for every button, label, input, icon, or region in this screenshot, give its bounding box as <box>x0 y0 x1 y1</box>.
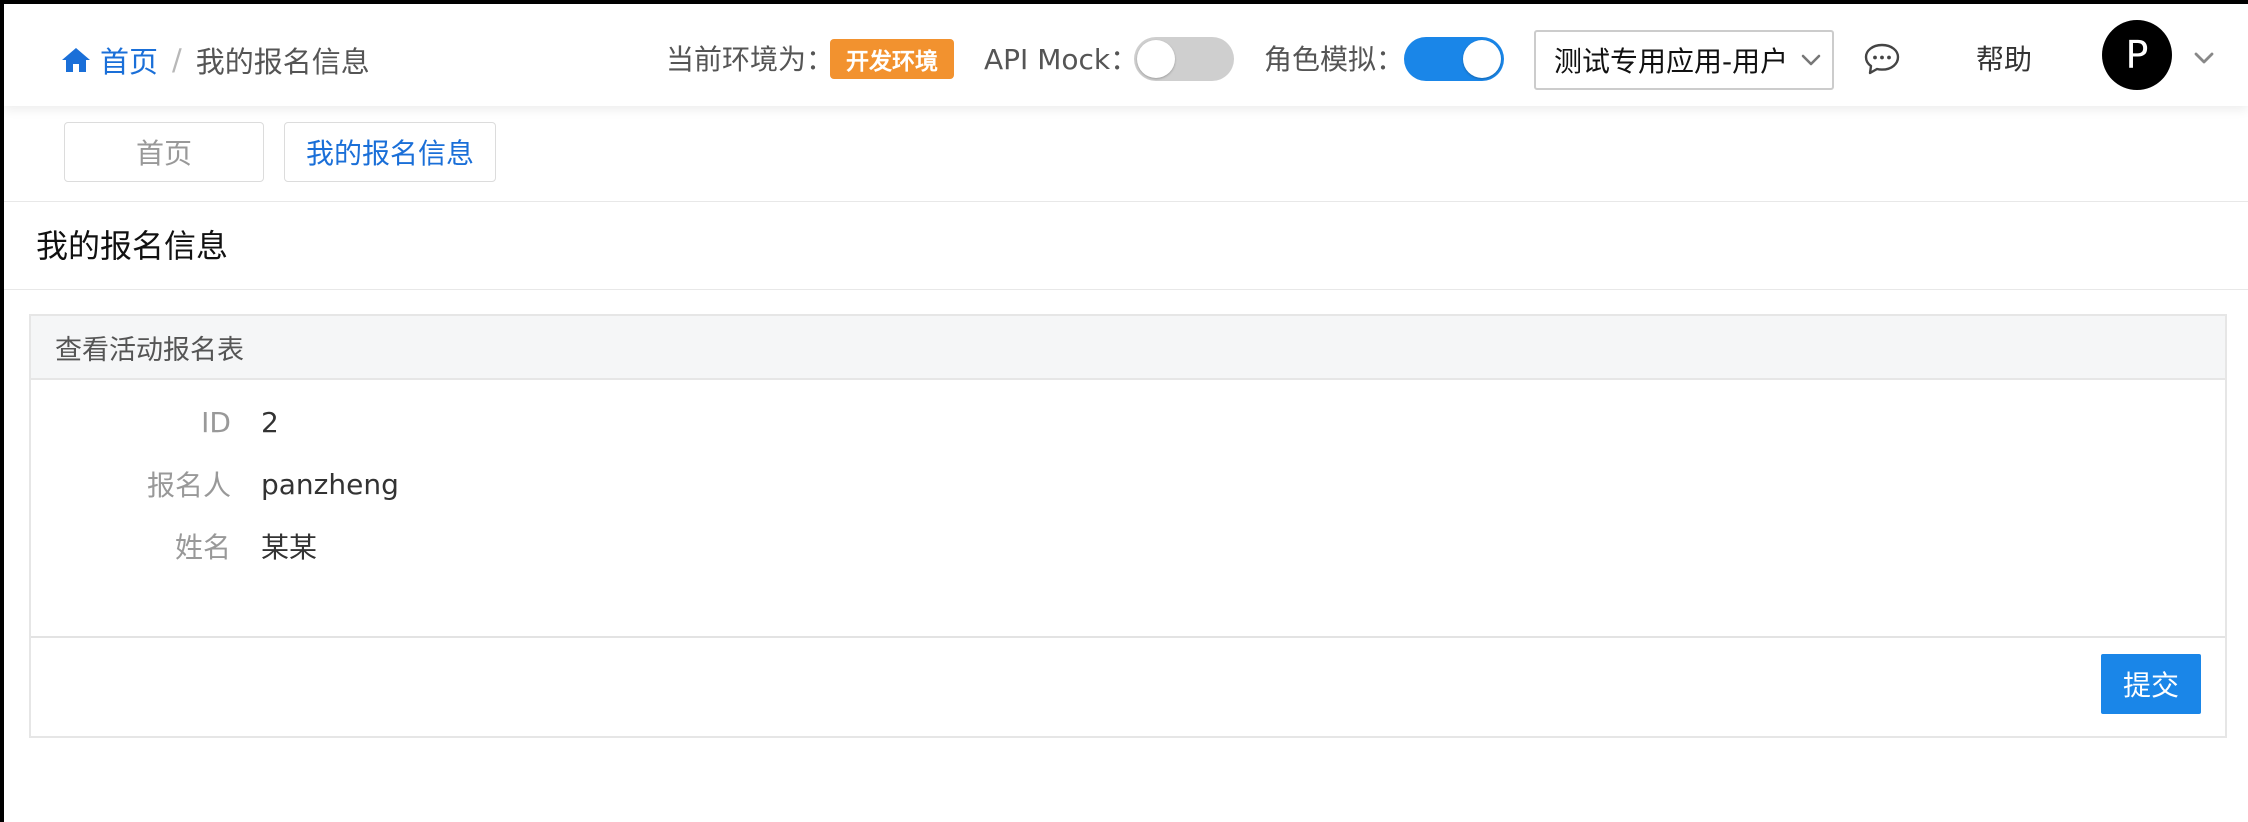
breadcrumb-current: 我的报名信息 <box>195 45 370 79</box>
submit-button[interactable]: 提交 <box>2101 654 2201 714</box>
field-label: 姓名 <box>174 531 231 564</box>
field-label: ID <box>201 405 231 439</box>
field-row-registrant: 报名人 panzheng <box>31 462 831 506</box>
role-simulation-toggle[interactable] <box>1404 37 1504 81</box>
registration-panel: 查看活动报名表 ID 2 报名人 panzheng 姓名 某某 提交 <box>29 314 2227 738</box>
environment-badge: 开发环境 <box>830 39 954 79</box>
api-mock-toggle-knob <box>1137 40 1175 78</box>
api-mock-toggle[interactable] <box>1134 37 1234 81</box>
field-label: 报名人 <box>146 469 231 502</box>
role-simulation-toggle-knob <box>1463 40 1501 78</box>
divider <box>4 289 2248 290</box>
chevron-down-icon[interactable] <box>2188 42 2220 74</box>
field-value: 2 <box>261 405 279 439</box>
page: 首页 / 我的报名信息 当前环境为： 开发环境 API Mock： 角色模拟： … <box>0 0 2248 822</box>
environment-label: 当前环境为： <box>666 43 835 76</box>
breadcrumb: 首页 / 我的报名信息 <box>60 40 370 80</box>
tab-home[interactable]: 首页 <box>64 122 264 182</box>
chevron-down-icon <box>1796 45 1826 75</box>
panel-footer: 提交 <box>31 638 2225 734</box>
page-title: 我的报名信息 <box>36 227 229 265</box>
field-value: panzheng <box>261 467 399 501</box>
app-select[interactable]: 测试专用应用-用户 <box>1534 30 1834 90</box>
panel-body: ID 2 报名人 panzheng 姓名 某某 <box>31 380 2225 638</box>
breadcrumb-home-link[interactable]: 首页 <box>100 39 158 81</box>
field-value: 某某 <box>261 531 318 564</box>
home-icon[interactable] <box>60 45 92 75</box>
field-row-id: ID 2 <box>31 400 831 444</box>
breadcrumb-separator: / <box>172 43 182 77</box>
top-header: 首页 / 我的报名信息 当前环境为： 开发环境 API Mock： 角色模拟： … <box>4 4 2248 106</box>
help-link[interactable]: 帮助 <box>1976 40 2032 80</box>
tabs-bar: 首页 我的报名信息 <box>4 106 2248 202</box>
api-mock-label: API Mock： <box>984 43 1139 76</box>
panel-heading: 查看活动报名表 <box>31 316 2225 380</box>
avatar[interactable]: P <box>2102 20 2172 90</box>
field-row-name: 姓名 某某 <box>31 524 831 568</box>
app-select-value: 测试专用应用-用户 <box>1554 45 1789 78</box>
chat-bubble-icon[interactable] <box>1862 40 1902 78</box>
role-simulation-label: 角色模拟： <box>1264 43 1405 76</box>
tab-my-registration[interactable]: 我的报名信息 <box>284 122 496 182</box>
